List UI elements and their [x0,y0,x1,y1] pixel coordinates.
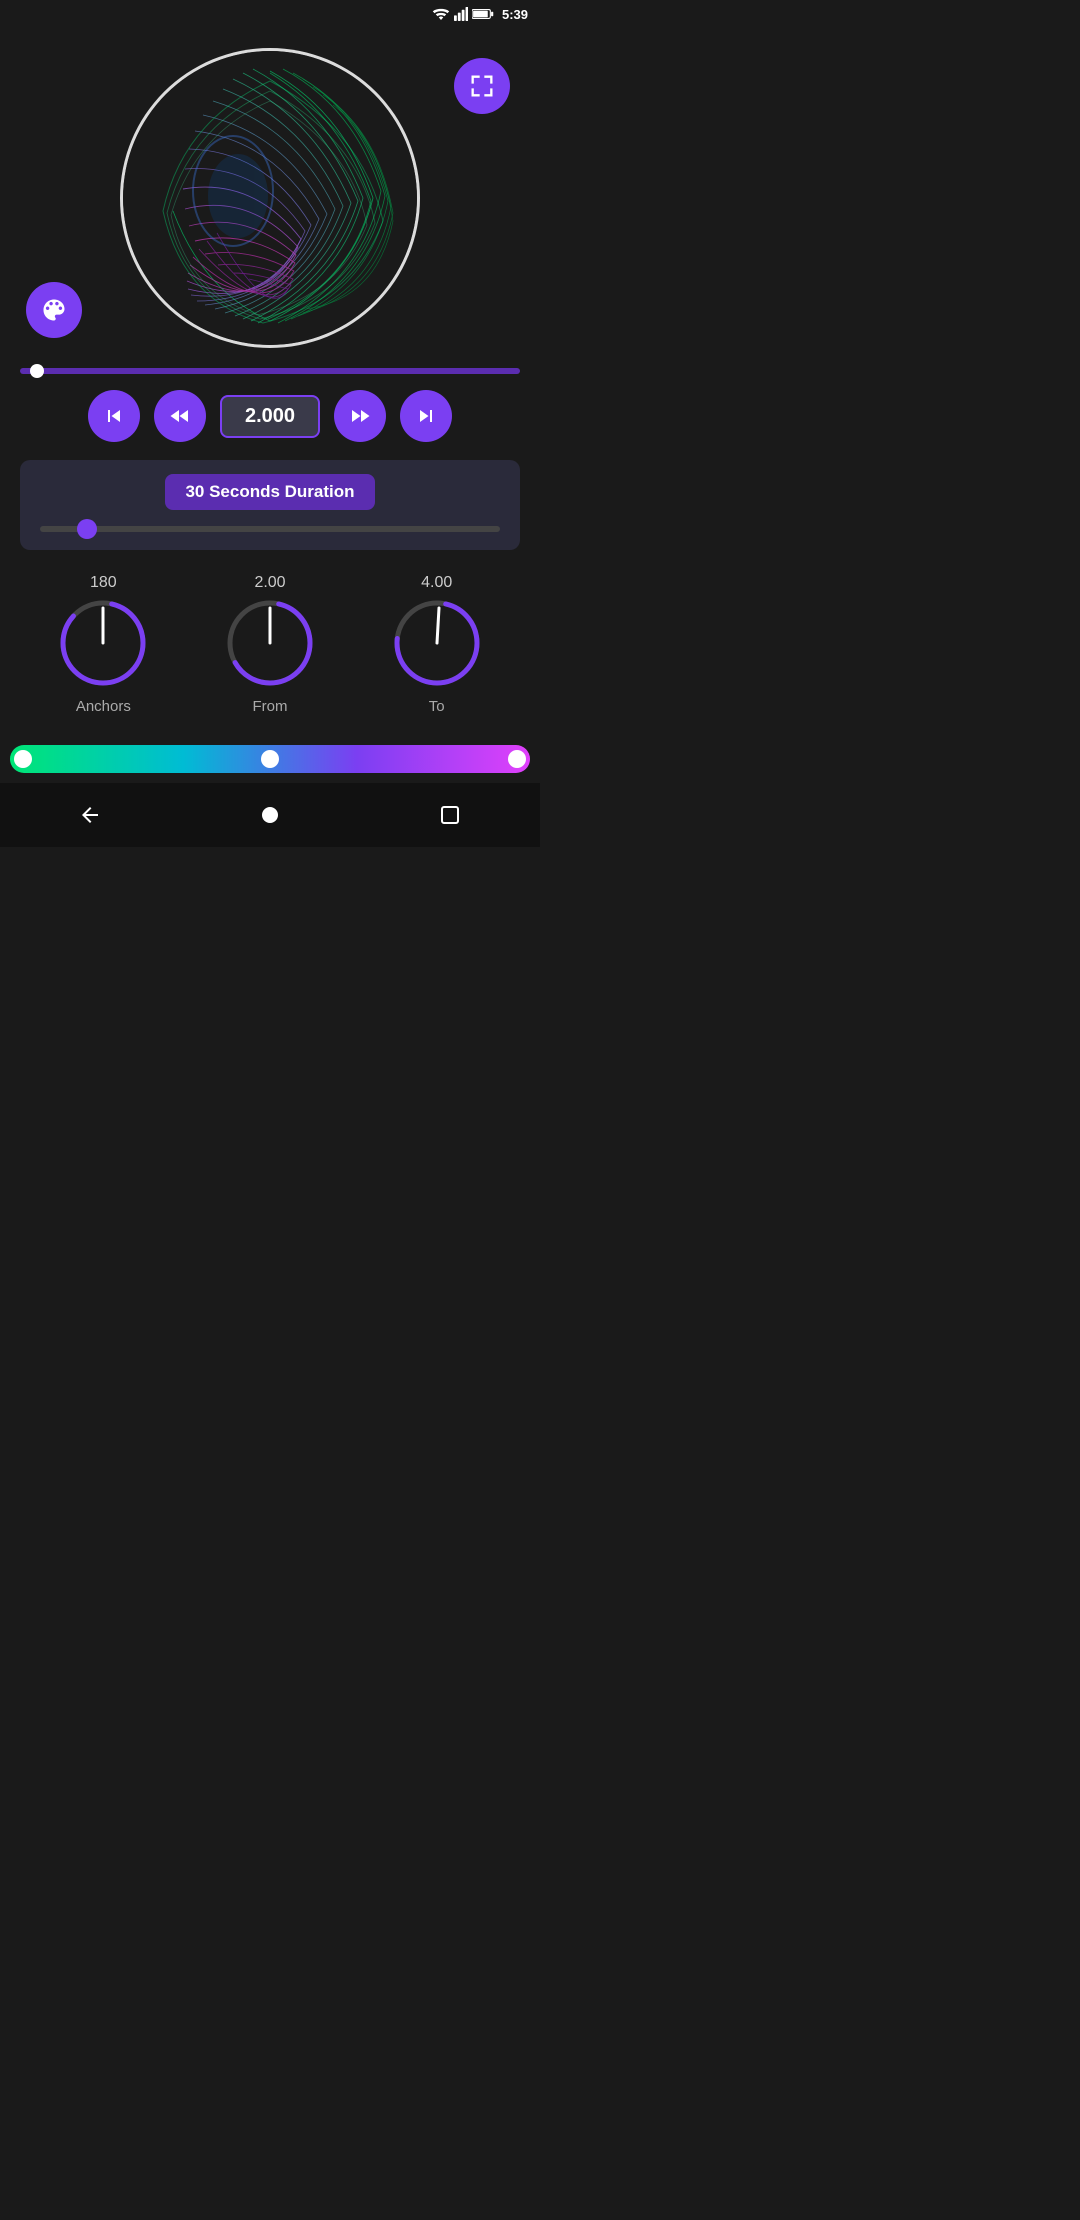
back-nav-button[interactable] [72,797,108,833]
to-knob[interactable] [392,598,482,688]
palette-button[interactable] [26,282,82,338]
back-nav-icon [78,803,102,827]
status-icons [432,7,494,21]
skip-forward-button[interactable] [400,390,452,442]
progress-bar[interactable] [20,368,520,374]
gradient-thumb-left[interactable] [14,750,32,768]
transport-controls: 2.000 [0,380,540,452]
duration-slider[interactable] [40,526,500,532]
duration-badge: 30 Seconds Duration [165,474,374,510]
battery-icon [472,7,494,21]
status-time: 5:39 [502,7,528,22]
recents-nav-icon [438,803,462,827]
gradient-thumb-mid[interactable] [261,750,279,768]
progress-bar-container [0,358,540,380]
anchors-value: 180 [90,574,117,592]
wifi-icon [432,7,450,21]
visualization-container [0,38,540,358]
duration-panel: 30 Seconds Duration [20,460,520,550]
to-label: To [429,698,445,715]
skip-back-icon [102,404,126,428]
expand-button[interactable] [454,58,510,114]
main-content: 2.000 30 Seconds Duration 180 [0,28,540,773]
nav-bar [0,783,540,847]
skip-back-button[interactable] [88,390,140,442]
to-knob-item: 4.00 To [353,574,520,715]
expand-icon [468,72,496,100]
color-gradient-bar[interactable] [10,745,530,773]
anchors-knob[interactable] [58,598,148,688]
from-value: 2.00 [254,574,285,592]
status-bar: 5:39 [0,0,540,28]
rewind-icon [168,404,192,428]
fast-forward-button[interactable] [334,390,386,442]
anchors-label: Anchors [76,698,131,715]
fast-forward-icon [348,404,372,428]
recents-nav-button[interactable] [432,797,468,833]
speed-display[interactable]: 2.000 [220,395,320,438]
gradient-thumb-right[interactable] [508,750,526,768]
to-value: 4.00 [421,574,452,592]
duration-thumb[interactable] [77,519,97,539]
rewind-button[interactable] [154,390,206,442]
spirograph-display [120,48,420,348]
signal-icon [454,7,468,21]
knobs-section: 180 Anchors 2.00 From 4.00 [0,558,540,725]
anchors-knob-item: 180 Anchors [20,574,187,715]
from-knob[interactable] [225,598,315,688]
duration-label-container: 30 Seconds Duration [40,474,500,510]
skip-forward-icon [414,404,438,428]
spirograph-svg [123,51,417,345]
palette-icon [40,296,68,324]
progress-thumb[interactable] [30,364,44,378]
from-label: From [253,698,288,715]
home-nav-icon [258,803,282,827]
home-nav-button[interactable] [252,797,288,833]
from-knob-item: 2.00 From [187,574,354,715]
